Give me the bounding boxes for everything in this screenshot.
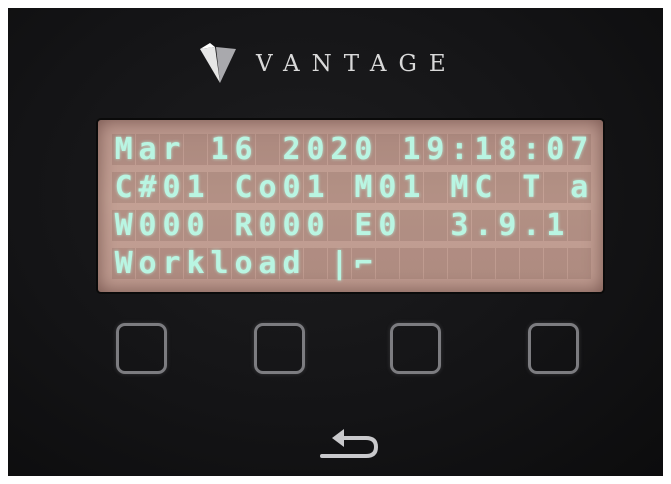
lcd-cell: 0	[279, 172, 304, 203]
lcd-cell: 0	[303, 210, 328, 241]
brand-logo: VANTAGE	[198, 40, 458, 88]
lcd-cell: a	[135, 134, 160, 165]
lcd-cell: 9	[495, 210, 519, 241]
lcd-cell: 1	[471, 134, 495, 165]
lcd-cell	[327, 172, 352, 203]
lcd-cell	[543, 248, 567, 279]
lcd-cell	[183, 134, 208, 165]
lcd-cell: 1	[399, 134, 423, 165]
lcd-cell	[423, 172, 447, 203]
lcd-cell: 0	[159, 210, 184, 241]
lcd-cell: C	[231, 172, 256, 203]
lcd-cell: o	[255, 172, 280, 203]
lcd-row-4: Workload | ⌐	[112, 248, 592, 279]
lcd-cell: M	[351, 172, 376, 203]
lcd-cell: o	[135, 248, 160, 279]
lcd-cell	[423, 210, 447, 241]
lcd-cell: 1	[183, 172, 208, 203]
lcd-cell: r	[159, 134, 184, 165]
lcd-cell	[327, 210, 352, 241]
lcd-cell: d	[279, 248, 304, 279]
lcd-cell: 3	[447, 210, 471, 241]
lcd-cell: .	[519, 210, 543, 241]
lcd-cell	[399, 210, 423, 241]
lcd-cell: 1	[303, 172, 328, 203]
soft-key-1-button[interactable]	[116, 323, 167, 374]
lcd-cell: 1	[207, 134, 232, 165]
lcd-cell: E	[351, 210, 376, 241]
soft-key-4-button[interactable]	[528, 323, 579, 374]
lcd-cell: a	[255, 248, 280, 279]
lcd-cell: 2	[327, 134, 352, 165]
lcd-cell	[495, 172, 519, 203]
lcd-cell: M	[112, 134, 136, 165]
lcd-row-3: W000 R000 E0 3.9.1	[112, 210, 592, 241]
lcd-cell	[543, 172, 567, 203]
lcd-cell	[423, 248, 447, 279]
lcd-cell: 2	[279, 134, 304, 165]
lcd-cell: 0	[183, 210, 208, 241]
lcd-cell	[399, 248, 423, 279]
lcd-cell	[375, 248, 400, 279]
lcd-cell: C	[112, 172, 136, 203]
lcd-cell: k	[183, 248, 208, 279]
lcd-cell: 0	[543, 134, 567, 165]
lcd-cell: M	[447, 172, 471, 203]
lcd-cell	[567, 210, 591, 241]
lcd-cell: 0	[255, 210, 280, 241]
vantage-v-logo-icon	[200, 43, 236, 83]
lcd-cell	[567, 248, 591, 279]
lcd-cell: .	[471, 210, 495, 241]
lcd-cell: :	[447, 134, 471, 165]
lcd-cell: W	[112, 210, 136, 241]
lcd-cell: 0	[351, 134, 376, 165]
lcd-cell: :	[519, 134, 543, 165]
lcd-cell: 0	[279, 210, 304, 241]
lcd-cell: 1	[399, 172, 423, 203]
lcd-cell: 9	[423, 134, 447, 165]
lcd-cell: l	[207, 248, 232, 279]
lcd-cell	[207, 172, 232, 203]
lcd-cell: |	[327, 248, 352, 279]
lcd-cell: 8	[495, 134, 519, 165]
lcd-cell: 0	[375, 210, 400, 241]
lcd-cell: 0	[375, 172, 400, 203]
lcd-cell: R	[231, 210, 256, 241]
lcd-cell: r	[159, 248, 184, 279]
lcd-cell: 1	[543, 210, 567, 241]
soft-key-3-button[interactable]	[390, 323, 441, 374]
lcd-cell: W	[112, 248, 136, 279]
lcd-cell	[519, 248, 543, 279]
lcd-cell: 7	[567, 134, 591, 165]
device-panel: VANTAGE Mar 16 2020 19:18:07 C #0 1 Co01 M…	[8, 8, 663, 476]
lcd-cell	[495, 248, 519, 279]
lcd-cell: T	[519, 172, 543, 203]
lcd-cell	[471, 248, 495, 279]
lcd-cell	[303, 248, 328, 279]
lcd-cell: 6	[231, 134, 256, 165]
lcd-cell	[447, 248, 471, 279]
back-arrow-icon[interactable]	[314, 426, 384, 466]
lcd-display: Mar 16 2020 19:18:07 C #0 1 Co01 M01 MC T …	[98, 120, 603, 292]
lcd-cell: ⌐	[351, 248, 376, 279]
lcd-cell	[207, 210, 232, 241]
soft-key-row	[8, 323, 663, 383]
lcd-cell: #	[135, 172, 160, 203]
soft-key-2-button[interactable]	[254, 323, 305, 374]
brand-name: VANTAGE	[256, 51, 458, 77]
lcd-row-1: Mar 16 2020 19:18:07	[112, 134, 592, 165]
lcd-cell: a	[567, 172, 591, 203]
lcd-row-2: C #0 1 Co01 M01 MC T a	[112, 172, 592, 203]
lcd-cell: 0	[303, 134, 328, 165]
lcd-cell	[255, 134, 280, 165]
lcd-cell: 0	[135, 210, 160, 241]
lcd-cell	[375, 134, 400, 165]
lcd-cell: o	[231, 248, 256, 279]
lcd-cell: C	[471, 172, 495, 203]
lcd-cell: 0	[159, 172, 184, 203]
